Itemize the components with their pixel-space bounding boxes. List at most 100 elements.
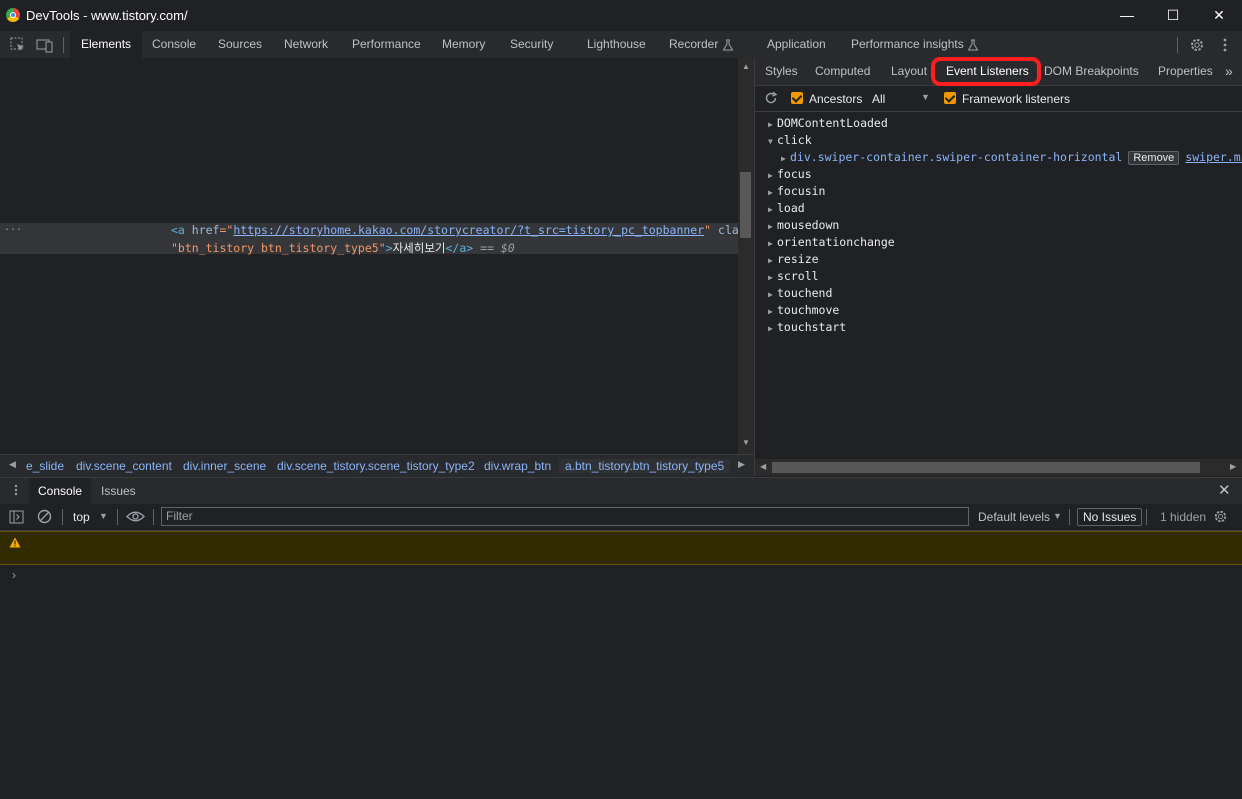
console-toolbar: top ▼ Filter Default levels ▼ No Issues … [0,504,1242,531]
tab-application[interactable]: Application [767,31,826,58]
breadcrumb: ◀ e_slide div.scene_content div.inner_sc… [0,454,754,477]
tab-memory[interactable]: Memory [442,31,485,58]
event-name: orientationchange [777,235,895,249]
event-item[interactable]: ▶ scroll [768,269,819,283]
device-toolbar-icon[interactable] [36,36,54,54]
listener-item[interactable]: ▶ div.swiper-container.swiper-container-h… [781,150,1242,165]
scroll-up-icon[interactable]: ▲ [742,62,750,71]
tab-security[interactable]: Security [510,31,553,58]
maximize-button[interactable]: ☐ [1150,0,1196,31]
console-input[interactable] [24,566,1234,584]
live-expression-eye-icon[interactable] [126,510,145,523]
ancestors-checkbox[interactable] [791,92,803,104]
console-prompt-icon[interactable]: › [12,568,16,582]
tab-sources[interactable]: Sources [218,31,262,58]
drawer-menu-icon[interactable] [9,483,23,497]
event-item[interactable]: ▶ focus [768,167,812,181]
log-levels-select[interactable]: Default levels [978,510,1050,524]
event-item[interactable]: ▶ touchmove [768,303,839,317]
tab-performance[interactable]: Performance [352,31,421,58]
event-item[interactable]: ▶ orientationchange [768,235,895,249]
breadcrumb-item[interactable]: div.inner_scene [183,459,266,473]
settings-gear-icon[interactable] [1188,36,1206,54]
event-name: click [777,133,812,147]
breadcrumb-item-selected[interactable]: a.btn_tistory.btn_tistory_type5 [559,459,731,473]
toolbar-divider [1146,509,1147,525]
more-options-icon[interactable] [1216,36,1234,54]
event-item[interactable]: ▶ mousedown [768,218,839,232]
framework-listeners-checkbox[interactable] [944,92,956,104]
dropdown-caret-icon[interactable]: ▼ [921,92,930,102]
tab-recorder[interactable]: Recorder [669,31,718,58]
event-name: scroll [777,269,819,283]
scroll-left-icon[interactable]: ◀ [760,462,766,471]
hidden-count: 1 hidden [1160,510,1207,524]
scrollbar-thumb[interactable] [772,462,1200,473]
node-line-1: <a href="https://storyhome.kakao.com/sto… [171,223,760,237]
event-item[interactable]: ▼ click [768,133,812,147]
event-item[interactable]: ▶ touchend [768,286,832,300]
console-filter-input[interactable]: Filter [161,507,969,526]
inspect-element-icon[interactable] [9,36,27,54]
attr-eq: =" [219,223,234,237]
drawer-tabs: Console Issues ✕ [0,477,1242,505]
sidebar-pane: Styles Computed Layout Event Listeners D… [754,57,1242,476]
tab-lighthouse[interactable]: Lighthouse [587,31,646,58]
scrollbar-thumb[interactable] [740,172,751,238]
tag-gt: > [385,241,393,255]
elements-dom-tree[interactable]: ... <a href="https://storyhome.kakao.com… [0,58,760,454]
breadcrumb-item[interactable]: div.scene_content [76,459,172,473]
console-warning-message[interactable] [0,531,1242,565]
refresh-icon[interactable] [764,91,778,105]
tab-dom-breakpoints[interactable]: DOM Breakpoints [1044,58,1139,85]
node-text: 자세히보기 [392,241,446,255]
more-tabs-icon[interactable]: » [1225,58,1233,85]
tab-performance-insights[interactable]: Performance insights [851,31,964,58]
sidebar-toggle-icon[interactable] [9,510,24,524]
tab-properties[interactable]: Properties [1158,58,1213,85]
event-item[interactable]: ▶ focusin [768,184,825,198]
event-name: mousedown [777,218,840,232]
tab-styles[interactable]: Styles [765,58,798,85]
minimize-button[interactable]: — [1104,0,1150,31]
breadcrumb-left-icon[interactable]: ◀ [9,459,16,470]
scroll-down-icon[interactable]: ▼ [742,438,750,447]
breadcrumb-item[interactable]: div.wrap_btn [484,459,551,473]
tab-layout[interactable]: Layout [891,58,927,85]
event-item[interactable]: ▶ touchstart [768,320,846,334]
sidebar-horizontal-scrollbar[interactable]: ◀ ▶ [755,459,1242,476]
clear-console-icon[interactable] [37,509,52,524]
toolbar-divider [153,509,154,525]
tab-console[interactable]: Console [152,31,196,58]
attr-close: " [704,223,719,237]
drawer-tab-issues[interactable]: Issues [101,478,136,504]
ancestors-select[interactable]: All [872,92,885,106]
breadcrumb-right-icon[interactable]: ▶ [738,459,745,470]
close-window-button[interactable]: ✕ [1196,0,1242,31]
event-item[interactable]: ▶ load [768,201,805,215]
dropdown-caret-icon[interactable]: ▼ [99,511,108,521]
selected-dom-node[interactable]: ... <a href="https://storyhome.kakao.com… [0,222,760,255]
toolbar-divider [63,37,64,53]
listener-source-link[interactable]: swiper.min.j [1185,150,1242,164]
tab-network[interactable]: Network [284,31,328,58]
remove-listener-button[interactable]: Remove [1128,151,1180,165]
dropdown-caret-icon[interactable]: ▼ [1053,511,1062,521]
drawer-tab-console[interactable]: Console [29,478,92,504]
listener-node[interactable]: div.swiper-container.swiper-container-ho… [790,150,1122,164]
event-item[interactable]: ▶ resize [768,252,819,266]
close-drawer-icon[interactable]: ✕ [1218,481,1231,499]
elements-vertical-scrollbar[interactable]: ▲ ▼ [738,58,754,454]
scroll-right-icon[interactable]: ▶ [1230,462,1236,471]
tab-computed[interactable]: Computed [815,58,870,85]
breadcrumb-item[interactable]: e_slide [26,459,64,473]
tab-elements[interactable]: Elements [70,31,143,58]
context-select[interactable]: top [73,510,90,524]
href-link[interactable]: https://storyhome.kakao.com/storycreator… [233,223,704,237]
console-settings-gear-icon[interactable] [1212,508,1229,525]
event-name: touchmove [777,303,840,317]
breadcrumb-item[interactable]: div.scene_tistory.scene_tistory_type2 [277,459,475,473]
event-item[interactable]: ▶ DOMContentLoaded [768,116,888,130]
issues-button[interactable]: No Issues [1077,508,1143,526]
node-ellipsis[interactable]: ... [4,222,22,233]
